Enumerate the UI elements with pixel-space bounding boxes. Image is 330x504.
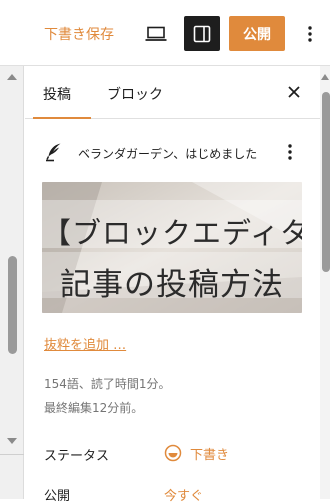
vertical-ellipsis-icon xyxy=(288,144,292,160)
featured-image[interactable]: 【ブロックエディタ】 記事の投稿方法 xyxy=(42,182,302,313)
scroll-up-arrow-icon[interactable] xyxy=(321,74,329,80)
scroll-up-arrow-icon[interactable] xyxy=(7,74,17,80)
last-edited-text: 最終編集12分前。 xyxy=(44,401,144,415)
post-actions-button[interactable] xyxy=(282,140,298,164)
active-tab-indicator xyxy=(33,117,91,119)
feather-icon xyxy=(46,143,61,162)
post-summary-header: ベランダガーデン、はじめました xyxy=(44,140,304,166)
laptop-icon xyxy=(145,26,167,41)
sidebar-tabs: 投稿 ブロック xyxy=(25,66,320,119)
word-count-text: 154語、読了時間1分。 xyxy=(44,377,171,391)
divider xyxy=(0,454,24,455)
post-title: ベランダガーデン、はじめました xyxy=(78,147,258,161)
vertical-ellipsis-icon xyxy=(308,26,312,42)
tab-block[interactable]: ブロック xyxy=(107,84,163,104)
close-sidebar-button[interactable] xyxy=(283,80,305,104)
status-label: ステータス xyxy=(44,449,110,464)
publish-date-button[interactable]: 今すぐ xyxy=(164,485,203,504)
scrollbar-thumb[interactable] xyxy=(8,256,17,354)
scrollbar-thumb[interactable] xyxy=(322,92,330,272)
save-draft-button[interactable]: 下書き保存 xyxy=(44,24,114,44)
settings-toggle-button[interactable] xyxy=(184,16,220,51)
featured-image-text: 記事の投稿方法 xyxy=(60,267,284,303)
sidebar-scrollbar[interactable] xyxy=(320,66,330,499)
draft-status-icon xyxy=(164,444,182,462)
sidebar-toggle-icon xyxy=(193,25,211,42)
scroll-down-arrow-icon[interactable] xyxy=(7,438,17,444)
tab-post[interactable]: 投稿 xyxy=(43,84,71,104)
close-icon xyxy=(288,86,300,98)
status-value: 下書き xyxy=(190,447,230,463)
status-button[interactable]: 下書き xyxy=(164,443,229,463)
publish-date-label: 公開 xyxy=(44,489,71,504)
publish-button[interactable]: 公開 xyxy=(229,16,285,51)
featured-image-text: 【ブロックエディタ】 xyxy=(42,216,302,250)
add-excerpt-link[interactable]: 抜粋を追加 … xyxy=(44,334,126,353)
options-button[interactable] xyxy=(298,18,322,50)
editor-canvas-scrollbar[interactable] xyxy=(0,66,24,499)
preview-button[interactable] xyxy=(140,18,172,50)
editor-toolbar: 下書き保存 公開 xyxy=(0,0,330,66)
